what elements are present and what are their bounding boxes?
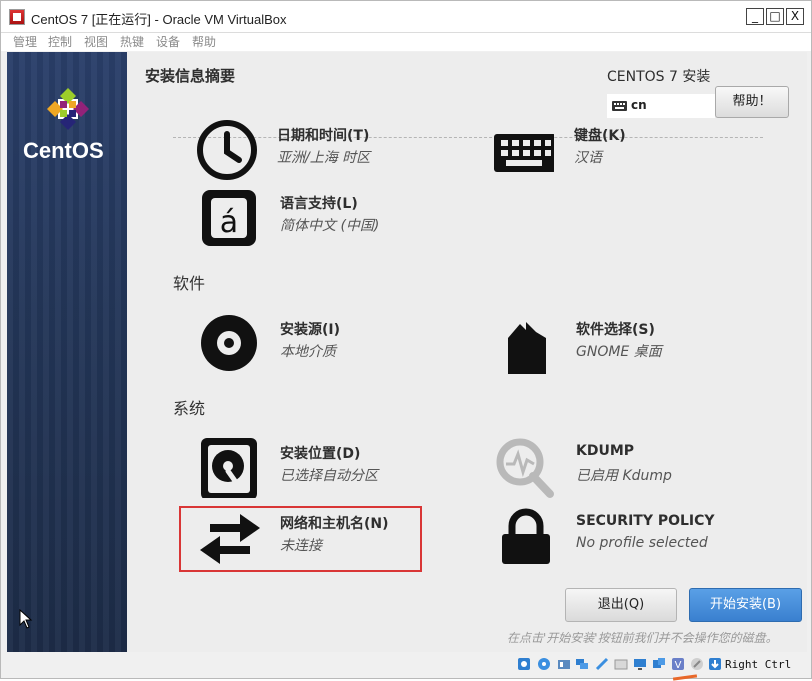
network-highlight-box [179,506,422,572]
menu-help[interactable]: 帮助 [192,33,216,50]
keyboard-indicator[interactable]: cn [607,94,715,118]
footer-note: 在点击'开始安装'按钮前我们并不会操作您的磁盘。 [507,631,778,645]
keyboard-layout-label: cn [631,98,647,112]
virtualbox-window: CentOS 7 [正在运行] - Oracle VM VirtualBox _… [0,0,812,681]
arrow-icon[interactable] [708,657,722,671]
window-title: CentOS 7 [正在运行] - Oracle VM VirtualBox [31,12,287,27]
lock-icon [502,508,550,564]
spoke-status: 汉语 [574,150,602,166]
spoke-name: 键盘(K) [574,128,626,144]
package-icon [508,322,546,374]
menu-manage[interactable]: 管理 [13,33,37,50]
spoke-datetime[interactable]: 日期和时间(T) 亚洲/上海 时区 [197,120,457,180]
keyboard-icon [494,134,554,172]
spoke-status: 亚洲/上海 时区 [277,150,371,166]
kdump-magnifier-icon [496,438,554,498]
spoke-language[interactable]: á 语言支持(L) 简体中文 (中国) [200,188,460,248]
keyboard-small-icon [612,101,627,111]
spoke-name: 日期和时间(T) [277,128,370,144]
network-icon[interactable] [575,657,589,671]
spoke-status: 本地介质 [280,344,336,360]
language-icon: á [202,190,256,246]
spoke-keyboard[interactable]: 键盘(K) 汉语 [494,120,754,180]
spoke-name: KDUMP [576,443,635,459]
spoke-name: SECURITY POLICY [576,513,715,529]
hub-title: 安装信息摘要 [145,67,236,85]
usb-icon[interactable] [595,657,609,671]
optical-icon[interactable] [537,657,551,671]
menu-devices[interactable]: 设备 [156,33,180,50]
maximize-button[interactable]: □ [766,8,784,25]
installer-sidebar: CentOS [7,52,127,652]
vbox-icon[interactable]: V [671,657,685,671]
hdd-icon[interactable] [517,657,531,671]
svg-text:á: á [220,205,238,240]
menu-hotkey[interactable]: 热键 [120,33,144,50]
spoke-status: 已启用 Kdump [576,468,672,484]
virtualbox-app-icon [9,9,25,25]
svg-text:V: V [675,660,682,671]
shared-folder-icon[interactable] [614,657,628,671]
audio-icon[interactable] [557,657,571,671]
spoke-status: GNOME 桌面 [576,344,662,360]
begin-installation-button[interactable]: 开始安装(B) [689,588,802,622]
hard-drive-icon [201,438,257,498]
spoke-status: No profile selected [576,535,708,551]
centos-brand: CentOS [23,138,104,163]
help-button[interactable]: 帮助！ [715,86,789,118]
spoke-name: 软件选择(S) [576,322,655,338]
section-system: 系统 [173,399,206,418]
menu-view[interactable]: 视图 [84,33,108,50]
spoke-software-selection[interactable]: 软件选择(S) GNOME 桌面 [496,314,756,374]
close-button[interactable]: X [786,8,804,25]
minimize-button[interactable]: _ [746,8,764,25]
spoke-kdump[interactable]: KDUMP 已启用 Kdump [496,438,756,498]
mouse-icon[interactable] [690,657,704,671]
spoke-install-destination[interactable]: 安装位置(D) 已选择自动分区 [200,438,460,498]
display-icon[interactable] [633,657,647,671]
section-software: 软件 [173,274,206,293]
spoke-status: 已选择自动分区 [280,468,378,484]
spoke-status: 简体中文 (中国) [280,218,380,234]
menu-control[interactable]: 控制 [48,33,72,50]
recording-icon[interactable] [652,657,666,671]
spoke-name: 安装源(I) [280,322,341,338]
spoke-name: 安装位置(D) [280,446,361,462]
product-title: CENTOS 7 安装 [607,69,711,85]
spoke-security-policy[interactable]: SECURITY POLICY No profile selected [496,508,776,568]
title-bar: CentOS 7 [正在运行] - Oracle VM VirtualBox _… [1,1,811,33]
spoke-name: 语言支持(L) [280,196,358,212]
spoke-install-source[interactable]: 安装源(I) 本地介质 [200,314,460,374]
clock-icon [197,120,257,180]
host-key-label: Right Ctrl [725,658,792,671]
centos-logo-icon [47,88,89,130]
quit-button[interactable]: 退出(Q) [565,588,677,622]
vm-screen[interactable]: CentOS 安装信息摘要 CENTOS 7 安装 cn 帮助！ 日期和时间(T… [7,52,807,652]
menu-bar: 管理 控制 视图 热键 设备 帮助 [1,33,811,51]
disc-icon [201,315,257,371]
mouse-cursor-icon [19,609,33,629]
